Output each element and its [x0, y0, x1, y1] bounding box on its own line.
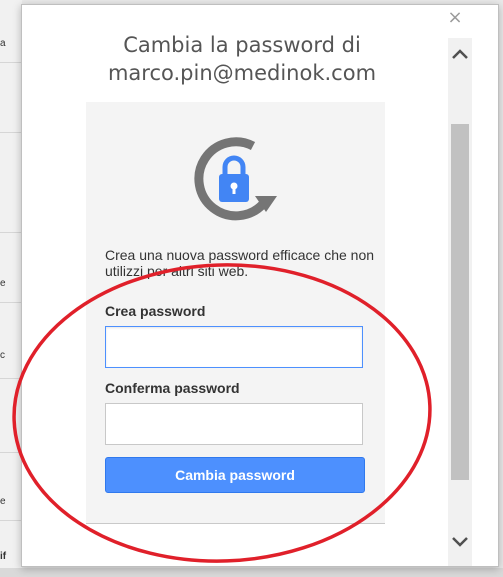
- create-password-label: Crea password: [105, 303, 206, 319]
- background-footer: [0, 568, 503, 577]
- dialog-title-email: marco.pin@medinok.com: [107, 61, 377, 85]
- background-text: e: [0, 496, 6, 507]
- password-instructions: Crea una nuova password efficace che non…: [105, 247, 375, 279]
- dialog-scrollbar[interactable]: [448, 38, 472, 566]
- background-divider: [0, 302, 22, 303]
- background-text: a: [0, 38, 6, 49]
- scroll-down-arrow-icon[interactable]: [448, 532, 472, 554]
- dialog-title-line1: Cambia la password di: [123, 33, 361, 57]
- close-button[interactable]: ×: [446, 9, 464, 27]
- background-divider: [0, 132, 22, 133]
- background-divider: [0, 62, 22, 63]
- background-text: e: [0, 278, 6, 289]
- background-divider: [0, 232, 22, 233]
- change-password-dialog: × Cambia la password di marco.pin@medino…: [21, 4, 499, 567]
- password-form-card: Crea una nuova password efficace che non…: [86, 102, 385, 524]
- background-text: if: [0, 551, 7, 562]
- background-divider: [0, 378, 22, 379]
- create-password-field[interactable]: [105, 326, 363, 368]
- confirm-password-field[interactable]: [105, 403, 363, 445]
- confirm-password-label: Conferma password: [105, 380, 240, 396]
- background-divider: [0, 452, 22, 453]
- scrollbar-thumb[interactable]: [451, 124, 469, 480]
- change-password-button[interactable]: Cambia password: [105, 457, 365, 493]
- background-divider: [0, 520, 22, 521]
- lock-refresh-icon: [194, 137, 277, 221]
- scroll-up-arrow-icon[interactable]: [448, 44, 472, 66]
- background-text: c: [0, 350, 5, 361]
- dialog-title: Cambia la password di marco.pin@medinok.…: [82, 31, 402, 87]
